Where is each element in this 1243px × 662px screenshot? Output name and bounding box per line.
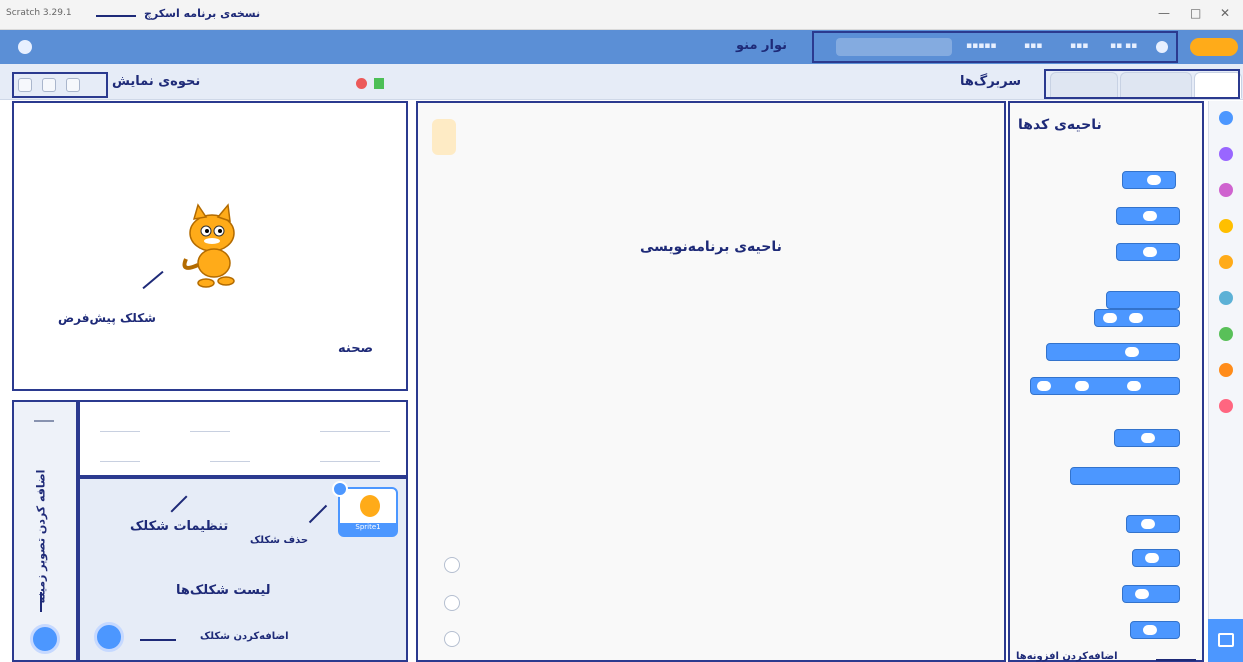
sprite-corner-icon — [432, 119, 456, 155]
code-area-annotation: ناحیه‌ی برنامه‌نویسی — [640, 239, 782, 255]
sprite-thumbnail[interactable]: Sprite1 — [338, 487, 398, 537]
category-sensing[interactable] — [1219, 291, 1233, 305]
palette-annotation: ناحیه‌ی کدها — [1018, 117, 1102, 133]
zoom-in-icon[interactable] — [444, 557, 460, 573]
delete-arrow — [308, 504, 328, 524]
category-looks[interactable] — [1219, 147, 1233, 161]
sprite-list-panel: Sprite1 تنظیمات شکلک حذف شکلک لیست شکلک‌… — [78, 477, 408, 662]
close-icon[interactable]: ✕ — [1220, 6, 1230, 20]
large-stage-icon[interactable] — [42, 78, 56, 92]
stage-header-annotation: نحوه‌ی نمایش — [112, 74, 201, 89]
sprite-name-field[interactable] — [320, 420, 390, 432]
tabs-annotation-box — [1044, 69, 1240, 99]
code-block[interactable] — [1116, 207, 1180, 225]
sprite-thumb-name: Sprite1 — [340, 523, 396, 535]
project-title-field[interactable] — [836, 38, 952, 56]
code-block[interactable] — [1070, 467, 1180, 485]
direction-field[interactable] — [320, 452, 380, 462]
x-field[interactable] — [100, 422, 140, 432]
settings-icon[interactable] — [18, 40, 32, 54]
default-sprite-annotation: شکلک پیش‌فرض — [58, 311, 156, 325]
add-sprite-arrow — [140, 639, 176, 641]
delete-sprite-annotation: حذف شکلک — [250, 535, 309, 546]
backdrop-divider — [34, 420, 54, 422]
category-events[interactable] — [1219, 219, 1233, 233]
delete-sprite-icon[interactable] — [332, 481, 348, 497]
code-block[interactable] — [1106, 291, 1180, 309]
code-block[interactable] — [1122, 585, 1180, 603]
blocks-palette: ناحیه‌ی کدها اضافه‌کردن افزونه‌ها — [1008, 101, 1204, 662]
category-control[interactable] — [1219, 255, 1233, 269]
code-block[interactable] — [1116, 243, 1180, 261]
code-block[interactable] — [1094, 309, 1180, 327]
menu-file[interactable]: ▪▪▪ — [1070, 41, 1088, 51]
default-sprite-arrow — [142, 270, 164, 290]
sprite-list-annotation: لیست شکلک‌ها — [176, 583, 271, 598]
maximize-icon[interactable]: □ — [1190, 6, 1201, 20]
code-area[interactable]: ناحیه‌ی برنامه‌نویسی — [416, 101, 1006, 662]
settings-arrow — [170, 495, 188, 513]
category-my-blocks[interactable] — [1219, 399, 1233, 413]
menu-language[interactable]: ▪▪ ▪▪ — [1110, 41, 1137, 51]
zoom-out-icon[interactable] — [444, 595, 460, 611]
stage-annotation: صحنه — [338, 341, 374, 356]
add-backdrop-arrow — [40, 592, 42, 612]
code-block[interactable] — [1126, 515, 1180, 533]
code-block[interactable] — [1130, 621, 1180, 639]
category-motion[interactable] — [1219, 111, 1233, 125]
stage[interactable]: شکلک پیش‌فرض صحنه — [12, 101, 408, 391]
sprite-settings-annotation: تنظیمات شکلک — [130, 519, 229, 534]
title-annotation: نسخه‌ی برنامه اسکرچ — [144, 7, 261, 20]
y-field[interactable] — [190, 422, 230, 432]
add-extension-button[interactable] — [1208, 619, 1243, 662]
small-stage-icon[interactable] — [66, 78, 80, 92]
category-variables[interactable] — [1219, 363, 1233, 377]
category-sound[interactable] — [1219, 183, 1233, 197]
code-block[interactable] — [1030, 377, 1180, 395]
sprite-info-panel — [78, 400, 408, 477]
title-arrow — [96, 15, 136, 17]
stage-header: نحوه‌ی نمایش — [12, 70, 408, 98]
scratch-logo[interactable] — [1190, 38, 1238, 56]
menu-tutorials[interactable]: ▪▪▪▪▪ — [966, 41, 997, 51]
extensions-arrow — [1156, 659, 1196, 661]
fullscreen-icon[interactable] — [18, 78, 32, 92]
add-backdrop-button[interactable] — [30, 624, 60, 654]
sprite-thumb-cat-icon — [360, 495, 380, 517]
category-menu — [1208, 101, 1243, 619]
code-block[interactable] — [1132, 549, 1180, 567]
minimize-icon[interactable]: — — [1158, 6, 1170, 20]
size-field[interactable] — [210, 452, 250, 462]
tabs-annotation: سربرگ‌ها — [960, 74, 1022, 89]
code-block[interactable] — [1122, 171, 1176, 189]
code-block[interactable] — [1046, 343, 1180, 361]
menu-edit[interactable]: ▪▪▪ — [1024, 41, 1042, 51]
extensions-annotation: اضافه‌کردن افزونه‌ها — [1016, 651, 1118, 662]
app-title: Scratch 3.29.1 — [6, 8, 72, 18]
cat-sprite[interactable] — [172, 203, 252, 293]
show-toggle[interactable] — [100, 452, 140, 462]
add-sprite-annotation: اضافه‌کردن شکلک — [200, 631, 289, 642]
globe-icon[interactable] — [1156, 41, 1168, 53]
code-block[interactable] — [1114, 429, 1180, 447]
menu-bar: نوار منو ▪▪▪▪▪ ▪▪▪ ▪▪▪ ▪▪ ▪▪ — [0, 30, 1243, 64]
category-operators[interactable] — [1219, 327, 1233, 341]
zoom-reset-icon[interactable] — [444, 631, 460, 647]
backdrop-panel: اضافه کردن تصویر زمینه — [12, 400, 78, 662]
menubar-annotation: نوار منو — [736, 38, 788, 53]
extension-icon — [1218, 633, 1234, 647]
add-sprite-button[interactable] — [94, 622, 124, 652]
add-backdrop-annotation: اضافه کردن تصویر زمینه — [34, 469, 48, 604]
window-title-bar: Scratch 3.29.1 نسخه‌ی برنامه اسکرچ — □ ✕ — [0, 0, 1243, 30]
